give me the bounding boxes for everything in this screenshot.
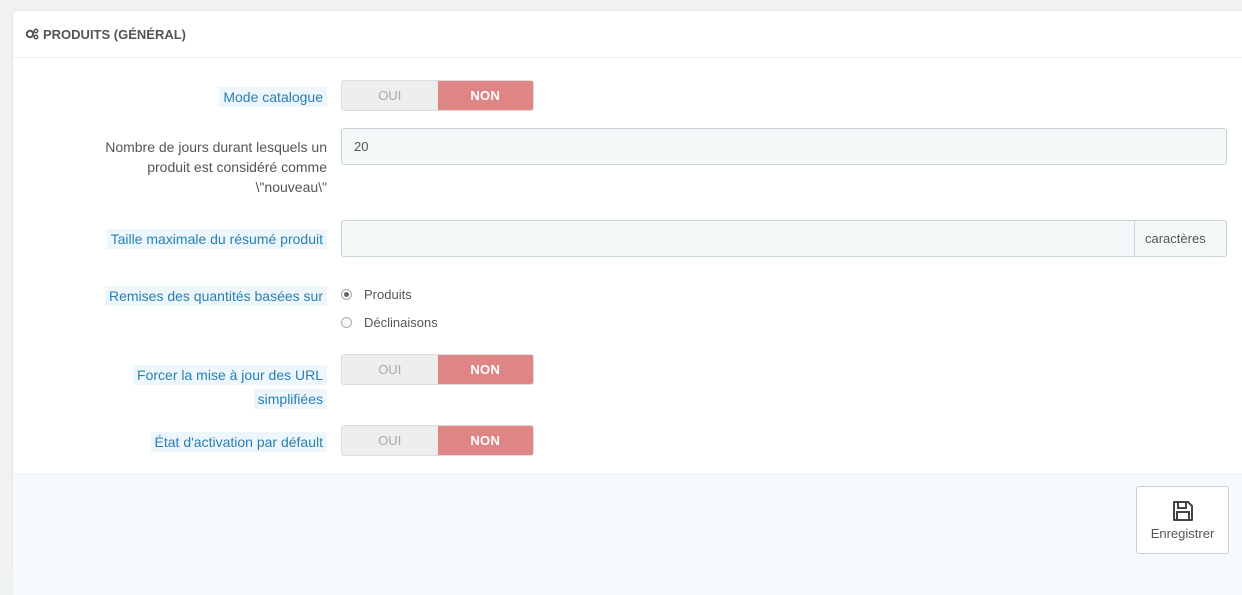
summary-max-addon: caractères bbox=[1135, 220, 1227, 257]
catalog-mode-switch[interactable]: OUI NON bbox=[341, 80, 534, 111]
new-days-label-line1: Nombre de jours durant lesquels un bbox=[105, 139, 327, 155]
force-url-label-line1: Forcer la mise à jour des URL bbox=[133, 365, 327, 385]
catalog-mode-no[interactable]: NON bbox=[437, 81, 533, 110]
force-url-yes[interactable]: OUI bbox=[342, 355, 438, 384]
new-days-label-line3: \"nouveau\" bbox=[255, 179, 327, 195]
default-active-no[interactable]: NON bbox=[437, 426, 533, 455]
force-url-label-wrap: Forcer la mise à jour des URL simplifiée… bbox=[13, 363, 327, 411]
catalog-mode-yes[interactable]: OUI bbox=[342, 81, 438, 110]
panel-footer bbox=[13, 474, 1242, 595]
radio-produits-label: Produits bbox=[364, 287, 412, 302]
radio-declinaisons-label: Déclinaisons bbox=[364, 315, 438, 330]
force-url-label-line2: simplifiées bbox=[253, 389, 327, 409]
catalog-mode-label: Mode catalogue bbox=[219, 87, 327, 107]
radio-produits-button[interactable] bbox=[341, 289, 352, 300]
floppy-disk-icon bbox=[1172, 500, 1193, 521]
force-url-switch[interactable]: OUI NON bbox=[341, 354, 534, 385]
default-active-label: État d'activation par défault bbox=[150, 432, 327, 452]
panel-title: PRODUITS (GÉNÉRAL) bbox=[43, 26, 186, 42]
save-button[interactable]: Enregistrer bbox=[1136, 486, 1229, 554]
summary-max-label: Taille maximale du résumé produit bbox=[106, 229, 327, 249]
products-general-panel: PRODUITS (GÉNÉRAL) Mode catalogue OUI NO… bbox=[12, 10, 1242, 595]
force-url-no[interactable]: NON bbox=[437, 355, 533, 384]
cogs-icon bbox=[25, 28, 39, 40]
default-active-switch[interactable]: OUI NON bbox=[341, 425, 534, 456]
new-days-label-line2: produit est considéré comme bbox=[147, 159, 327, 175]
radio-declinaisons[interactable]: Déclinaisons bbox=[341, 315, 438, 330]
radio-declinaisons-button[interactable] bbox=[341, 317, 352, 328]
default-active-yes[interactable]: OUI bbox=[342, 426, 438, 455]
save-button-label: Enregistrer bbox=[1150, 525, 1215, 541]
panel-heading: PRODUITS (GÉNÉRAL) bbox=[13, 11, 1242, 58]
summary-max-input[interactable] bbox=[341, 220, 1135, 257]
new-days-label-wrap: Nombre de jours durant lesquels un produ… bbox=[13, 137, 327, 197]
new-days-input[interactable]: 20 bbox=[341, 128, 1227, 165]
quantity-discount-label: Remises des quantités basées sur bbox=[105, 286, 327, 306]
radio-produits[interactable]: Produits bbox=[341, 287, 412, 302]
